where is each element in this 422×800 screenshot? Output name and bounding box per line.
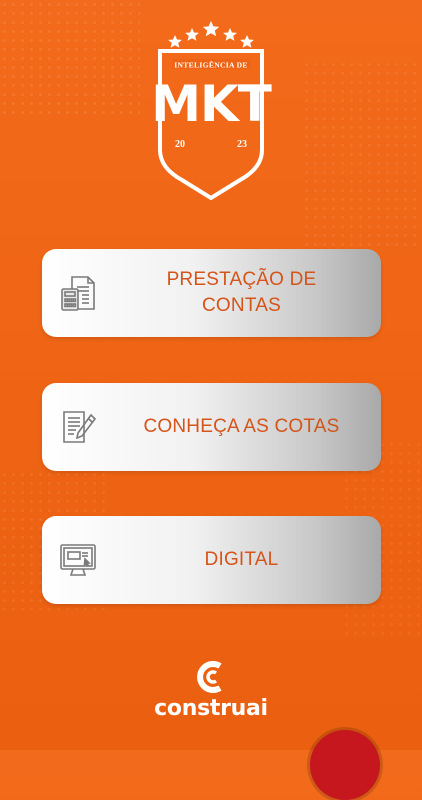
dot-pattern [302, 60, 422, 250]
conheca-as-cotas-button[interactable]: CONHEÇA AS COTAS [42, 383, 381, 471]
prestacao-de-contas-button[interactable]: PRESTAÇÃO DE CONTAS [42, 249, 381, 337]
document-edit-icon [63, 411, 97, 443]
mkt-logo: INTELIGÊNCIA DE MKT 20 23 [151, 21, 272, 200]
prestacao-de-contas-label: PRESTAÇÃO DE CONTAS [166, 269, 317, 316]
monitor-icon [60, 544, 96, 576]
construai-brand: construai [150, 660, 272, 721]
logo-main-text: MKT [151, 75, 272, 133]
digital-button[interactable]: DIGITAL [42, 516, 381, 604]
logo-top-text: INTELIGÊNCIA DE [174, 60, 248, 70]
stars [168, 21, 254, 48]
digital-label: DIGITAL [204, 549, 279, 571]
logo-year-right: 23 [237, 139, 247, 150]
calculator-document-icon [61, 276, 95, 311]
conheca-as-cotas-label: CONHEÇA AS COTAS [143, 416, 340, 438]
construai-name: construai [154, 696, 268, 721]
floating-action-button[interactable] [310, 730, 380, 800]
construai-logo-icon [197, 661, 222, 693]
dot-pattern [0, 0, 140, 120]
logo-year-left: 20 [175, 139, 185, 150]
